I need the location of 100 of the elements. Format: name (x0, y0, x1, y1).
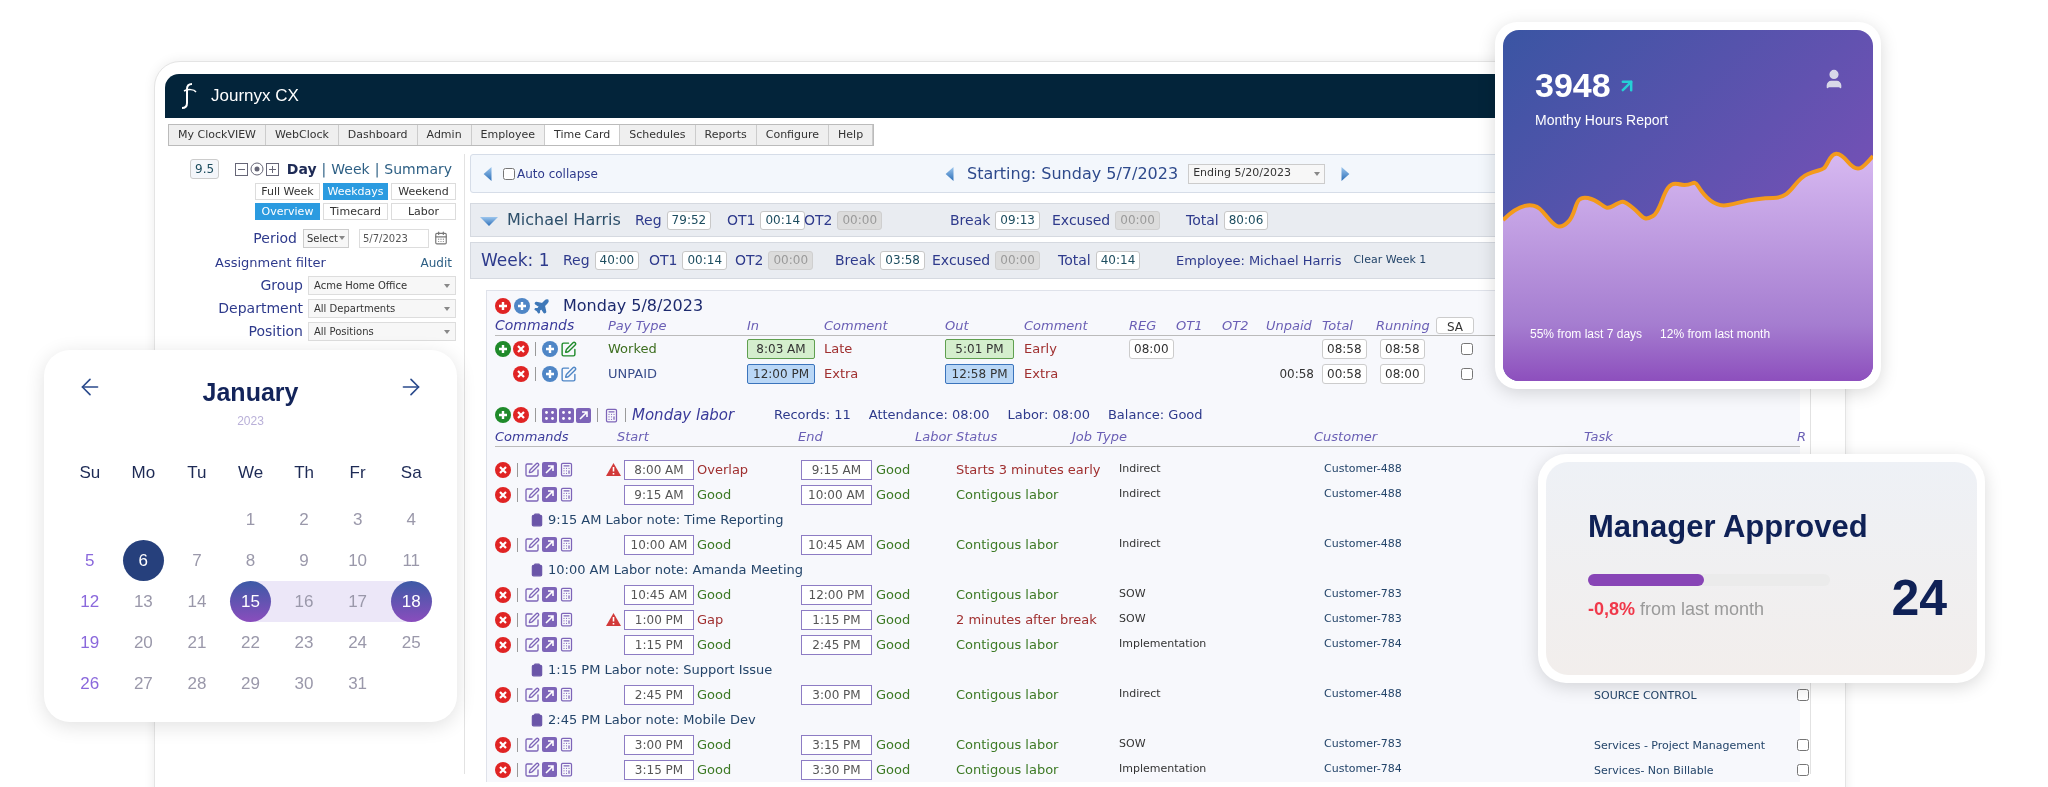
start-time-field[interactable]: 3:15 PM (624, 759, 694, 780)
calculator-icon[interactable] (559, 737, 574, 752)
arrow-icon[interactable] (542, 462, 557, 477)
add-icon[interactable] (495, 298, 511, 314)
delete-icon[interactable] (495, 461, 511, 478)
edit-icon[interactable] (524, 486, 540, 503)
view-link[interactable]: Day (286, 158, 317, 180)
delete-icon[interactable] (495, 611, 511, 628)
filter-select[interactable]: All Positions (308, 322, 456, 341)
calendar-day[interactable]: 19 (69, 622, 111, 663)
view-filter-button[interactable]: Weekend (391, 183, 456, 200)
arrow-icon[interactable] (542, 612, 557, 627)
add-icon[interactable] (542, 341, 558, 357)
plane-icon[interactable] (533, 297, 550, 315)
period-end-select[interactable]: Ending 5/20/2023 (1188, 163, 1326, 184)
arrow-icon[interactable] (542, 537, 557, 552)
calendar-day[interactable]: 6 (122, 540, 164, 581)
sa-button[interactable]: SA (1436, 317, 1474, 334)
calendar-day[interactable]: 5 (69, 540, 111, 581)
edit-icon[interactable] (524, 636, 540, 653)
target-icon[interactable] (249, 162, 264, 176)
menu-tab[interactable]: Employee (471, 125, 546, 145)
view-filter-button[interactable]: Labor (391, 203, 456, 220)
delete-icon[interactable] (495, 636, 511, 653)
filter-select[interactable]: Acme Home Office (308, 276, 456, 295)
edit-icon[interactable] (560, 340, 577, 358)
end-time-field[interactable]: 12:00 PM (801, 584, 872, 605)
add-icon[interactable] (495, 341, 511, 357)
calculator-icon[interactable] (559, 487, 574, 502)
calendar-day[interactable]: 18 (390, 581, 432, 622)
calendar-day[interactable]: 26 (69, 663, 111, 704)
menu-tab[interactable]: Schedules (620, 125, 696, 145)
edit-icon[interactable] (524, 761, 540, 778)
calculator-icon[interactable] (559, 462, 574, 477)
previous-arrow-icon[interactable] (481, 164, 495, 183)
add-icon[interactable] (495, 407, 511, 423)
edit-icon[interactable] (524, 736, 540, 753)
edit-icon[interactable] (524, 686, 540, 703)
end-time-field[interactable]: 1:15 PM (801, 609, 872, 630)
zoom-level-badge[interactable]: 9.5 (190, 159, 220, 179)
time-out-field[interactable]: 5:01 PM (945, 339, 1014, 359)
row-checkbox[interactable] (1797, 763, 1809, 776)
view-link[interactable]: Summary (384, 158, 452, 180)
expand-icon[interactable] (265, 162, 279, 176)
arrow-icon[interactable] (542, 737, 557, 752)
edit-icon[interactable] (524, 461, 540, 478)
start-time-field[interactable]: 1:00 PM (624, 609, 694, 630)
arrow-icon[interactable] (542, 487, 557, 502)
menu-tab[interactable]: Dashboard (338, 125, 418, 145)
delete-icon[interactable] (513, 341, 529, 357)
view-filter-button[interactable]: Full Week (255, 183, 320, 200)
date-input[interactable]: 5/7/2023 (359, 228, 429, 248)
auto-collapse-checkbox[interactable] (503, 167, 515, 180)
edit-icon[interactable] (560, 365, 577, 383)
period-select[interactable]: Select (303, 228, 349, 248)
menu-tab[interactable]: Configure (756, 125, 830, 145)
arrow-icon[interactable] (542, 762, 557, 777)
end-time-field[interactable]: 2:45 PM (801, 634, 872, 655)
calculator-icon[interactable] (559, 612, 574, 627)
row-checkbox[interactable] (1797, 738, 1809, 751)
calendar-day[interactable]: 12 (69, 581, 111, 622)
end-time-field[interactable]: 3:30 PM (801, 759, 872, 780)
add-icon[interactable] (514, 298, 530, 314)
start-time-field[interactable]: 3:00 PM (624, 734, 694, 755)
row-checkbox[interactable] (1797, 688, 1809, 701)
end-time-field[interactable]: 10:45 AM (801, 534, 872, 555)
audit-link[interactable]: Audit (420, 254, 452, 272)
entry-checkbox[interactable] (1461, 343, 1473, 355)
calculator-icon[interactable] (559, 537, 574, 552)
menu-tab[interactable]: Help (829, 125, 874, 145)
dice-icon[interactable] (559, 407, 574, 423)
delete-icon[interactable] (495, 586, 511, 603)
dice-icon[interactable] (542, 407, 557, 423)
start-time-field[interactable]: 2:45 PM (624, 684, 694, 705)
end-time-field[interactable]: 3:00 PM (801, 684, 872, 705)
arrow-icon[interactable] (576, 407, 591, 423)
time-in-field[interactable]: 8:03 AM (747, 339, 815, 359)
entry-checkbox[interactable] (1461, 368, 1473, 380)
view-filter-button[interactable]: Timecard (323, 203, 388, 220)
arrow-icon[interactable] (542, 587, 557, 602)
arrow-icon[interactable] (542, 687, 557, 702)
edit-icon[interactable] (524, 611, 540, 628)
delete-icon[interactable] (495, 486, 511, 503)
filter-select[interactable]: All Departments (308, 299, 456, 318)
calculator-icon[interactable] (604, 407, 619, 423)
delete-icon[interactable] (495, 686, 511, 703)
arrow-icon[interactable] (542, 637, 557, 652)
clear-week-link[interactable]: Clear Week 1 (1353, 252, 1427, 269)
delete-icon[interactable] (513, 366, 529, 382)
start-time-field[interactable]: 1:15 PM (624, 634, 694, 655)
time-out-field[interactable]: 12:58 PM (945, 364, 1014, 384)
calculator-icon[interactable] (559, 637, 574, 652)
menu-tab[interactable]: My ClockVIEW (169, 125, 266, 145)
delete-icon[interactable] (495, 736, 511, 753)
delete-icon[interactable] (513, 407, 529, 423)
calendar-day[interactable]: 15 (230, 581, 271, 622)
previous-arrow-icon[interactable] (943, 164, 957, 183)
time-in-field[interactable]: 12:00 PM (747, 364, 815, 384)
calculator-icon[interactable] (559, 587, 574, 602)
start-time-field[interactable]: 10:45 AM (624, 584, 694, 605)
